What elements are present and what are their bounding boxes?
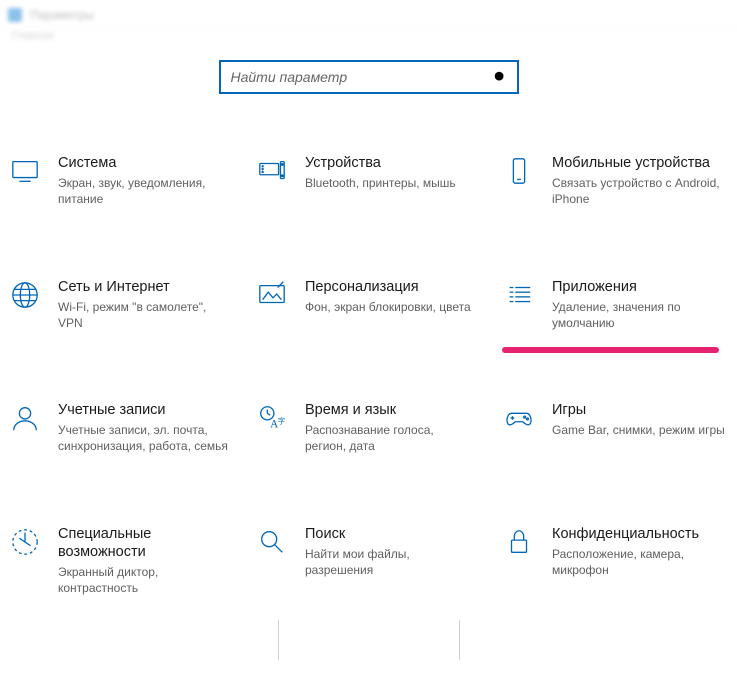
tile-desc: Wi-Fi, режим "в самолете", VPN (58, 299, 231, 331)
window-title: Параметры (30, 8, 94, 22)
tile-title: Сеть и Интернет (58, 278, 231, 296)
highlight-underline (502, 347, 719, 353)
ease-icon (8, 525, 42, 559)
devices-icon (255, 154, 289, 188)
tile-title: Специальные возможности (58, 525, 231, 561)
tile-desc: Распознавание голоса, регион, дата (305, 422, 478, 454)
tile-desc: Учетные записи, эл. почта, синхронизация… (58, 422, 231, 454)
tile-title: Игры (552, 401, 725, 419)
tile-desc: Удаление, значения по умолчанию (552, 299, 725, 331)
divider (278, 620, 279, 660)
tile-personalization[interactable]: Персонализация Фон, экран блокировки, цв… (255, 278, 482, 332)
mobile-icon (502, 154, 536, 188)
window-titlebar: Параметры (0, 0, 737, 30)
tile-desc: Экран, звук, уведомления, питание (58, 175, 231, 207)
search-input[interactable]: Найти параметр (219, 60, 519, 94)
tile-desc: Связать устройство с Android, iPhone (552, 175, 725, 207)
tile-accounts[interactable]: Учетные записи Учетные записи, эл. почта… (8, 401, 235, 455)
accounts-icon (8, 401, 42, 435)
tile-system[interactable]: Система Экран, звук, уведомления, питани… (8, 154, 235, 208)
tile-desc: Bluetooth, принтеры, мышь (305, 175, 478, 191)
tile-devices[interactable]: Устройства Bluetooth, принтеры, мышь (255, 154, 482, 208)
tile-gaming[interactable]: Игры Game Bar, снимки, режим игры (502, 401, 729, 455)
window-icon (8, 8, 22, 22)
privacy-icon (502, 525, 536, 559)
network-icon (8, 278, 42, 312)
tile-desc: Game Bar, снимки, режим игры (552, 422, 725, 438)
tile-title: Приложения (552, 278, 725, 296)
tile-privacy[interactable]: Конфиденциальность Расположение, камера,… (502, 525, 729, 597)
gaming-icon (502, 401, 536, 435)
tile-title: Учетные записи (58, 401, 231, 419)
tile-mobile[interactable]: Мобильные устройства Связать устройство … (502, 154, 729, 208)
tile-network[interactable]: Сеть и Интернет Wi-Fi, режим "в самолете… (8, 278, 235, 332)
tile-apps[interactable]: Приложения Удаление, значения по умолчан… (502, 278, 729, 332)
apps-icon (502, 278, 536, 312)
tile-desc: Экранный диктор, контрастность (58, 564, 231, 596)
tile-title: Поиск (305, 525, 478, 543)
time-icon: A字 (255, 401, 289, 435)
footer-dividers (0, 620, 737, 660)
tile-title: Персонализация (305, 278, 478, 296)
tile-desc: Фон, экран блокировки, цвета (305, 299, 478, 315)
tile-title: Устройства (305, 154, 478, 172)
tile-title: Система (58, 154, 231, 172)
tile-desc: Найти мои файлы, разрешения (305, 546, 478, 578)
personalization-icon (255, 278, 289, 312)
tile-time[interactable]: A字 Время и язык Распознавание голоса, ре… (255, 401, 482, 455)
tile-title: Время и язык (305, 401, 478, 419)
divider (459, 620, 460, 660)
search-placeholder: Найти параметр (231, 69, 493, 85)
breadcrumb: Главная (0, 30, 737, 50)
tile-title: Конфиденциальность (552, 525, 725, 543)
tile-desc: Расположение, камера, микрофон (552, 546, 725, 578)
tile-ease[interactable]: Специальные возможности Экранный диктор,… (8, 525, 235, 597)
tile-search[interactable]: Поиск Найти мои файлы, разрешения (255, 525, 482, 597)
svg-text:字: 字 (278, 416, 286, 426)
search-icon (493, 70, 507, 84)
search-cat-icon (255, 525, 289, 559)
search-container: Найти параметр (0, 60, 737, 94)
system-icon (8, 154, 42, 188)
tile-title: Мобильные устройства (552, 154, 725, 172)
settings-grid: Система Экран, звук, уведомления, питани… (0, 154, 737, 596)
